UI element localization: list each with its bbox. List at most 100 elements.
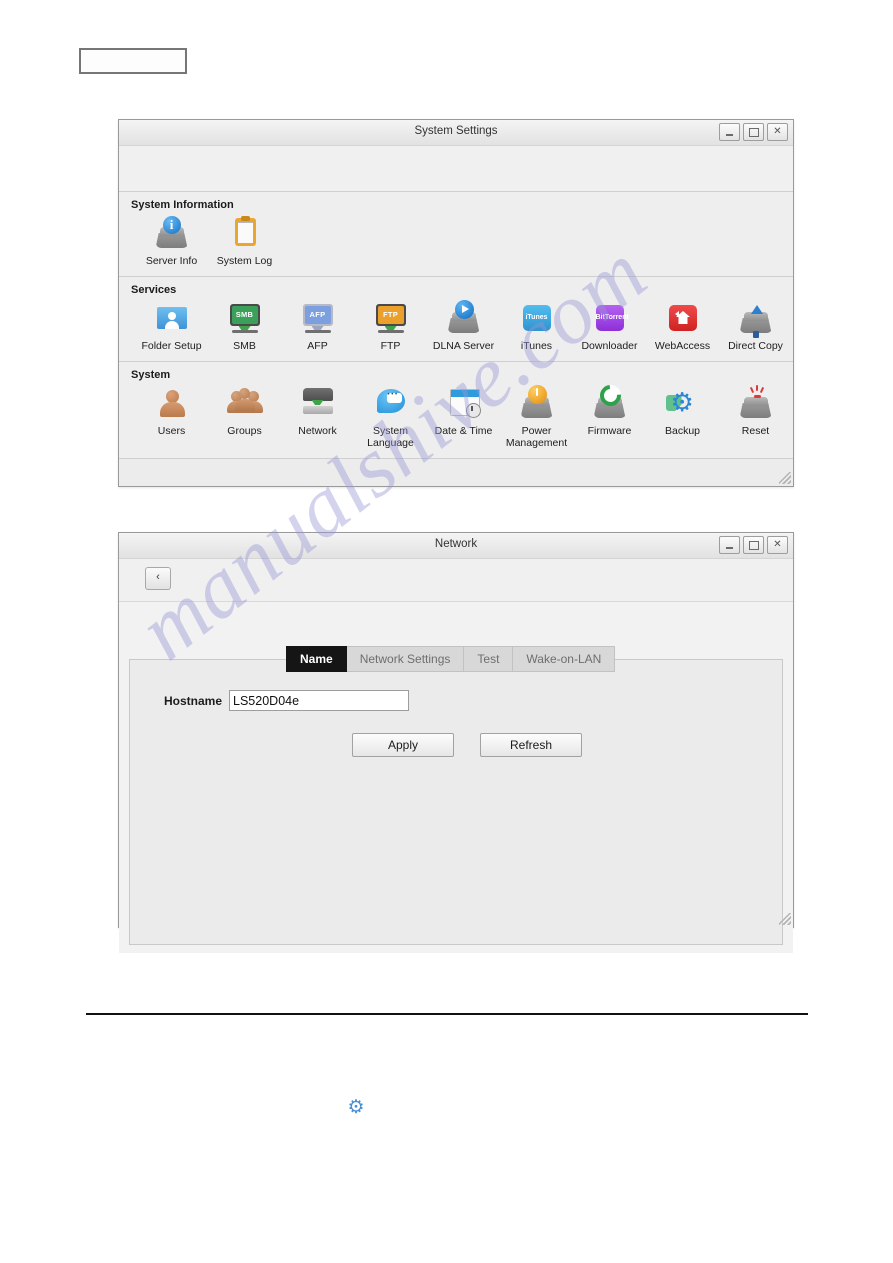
close-icon[interactable]: ✕ (767, 123, 788, 141)
resize-grip[interactable] (779, 472, 791, 484)
icon-label: WebAccess (654, 340, 711, 352)
icon-date-time[interactable]: Date & Time (427, 385, 500, 437)
reset-icon (736, 385, 776, 423)
tab-name[interactable]: Name (286, 646, 347, 672)
minimize-icon[interactable] (719, 123, 740, 141)
network-titlebar: Network ✕ (119, 533, 793, 559)
afp-icon: AFP (298, 300, 338, 338)
minimize-icon[interactable] (719, 536, 740, 554)
folder-setup-icon (152, 300, 192, 338)
icon-smb[interactable]: SMB SMB (208, 300, 281, 352)
network-icon (298, 385, 338, 423)
section-title-system-information: System Information (131, 199, 234, 211)
date-time-icon (444, 385, 484, 423)
icon-power-management[interactable]: Power Management (500, 385, 573, 449)
system-settings-window-controls: ✕ (719, 123, 788, 141)
icon-label: AFP (307, 340, 328, 352)
icon-label: FTP (380, 340, 401, 352)
icon-folder-setup[interactable]: Folder Setup (135, 300, 208, 352)
system-log-icon (225, 215, 265, 253)
server-info-icon: i (152, 215, 192, 253)
icon-direct-copy[interactable]: Direct Copy (719, 300, 792, 352)
icon-label: Folder Setup (141, 340, 202, 352)
section-title-services: Services (131, 284, 177, 296)
icon-afp[interactable]: AFP AFP (281, 300, 354, 352)
close-icon[interactable]: ✕ (767, 536, 788, 554)
tab-test[interactable]: Test (464, 646, 514, 672)
icon-label: Reset (741, 425, 770, 437)
webaccess-icon (663, 300, 703, 338)
system-settings-titlebar: System Settings ✕ (119, 120, 793, 146)
section-title-system: System (131, 369, 171, 381)
power-management-icon (517, 385, 557, 423)
ftp-icon: FTP (371, 300, 411, 338)
tab-network-settings[interactable]: Network Settings (346, 646, 465, 672)
icon-label: System Language (367, 425, 414, 449)
icon-system-log[interactable]: System Log (208, 215, 281, 267)
horizontal-rule (86, 1013, 808, 1015)
icon-label: Backup (664, 425, 701, 437)
backup-icon: ⚙ (663, 385, 703, 423)
hostname-input[interactable] (229, 690, 410, 711)
icon-users[interactable]: Users (135, 385, 208, 437)
icon-backup[interactable]: ⚙ Backup (646, 385, 719, 437)
system-settings-window: System Settings ✕ System Information i S… (118, 119, 794, 487)
system-settings-title: System Settings (414, 125, 498, 137)
users-icon (152, 385, 192, 423)
icon-webaccess[interactable]: WebAccess (646, 300, 719, 352)
firmware-icon (590, 380, 630, 423)
icon-label: Server Info (145, 255, 198, 267)
refresh-button[interactable]: Refresh (480, 733, 582, 757)
top-empty-box (79, 48, 187, 74)
dlna-server-icon (444, 300, 484, 338)
system-settings-blank-strip (119, 146, 793, 192)
name-tab-panel: Hostname Apply Refresh (129, 659, 783, 945)
icon-firmware[interactable]: Firmware (573, 380, 646, 437)
icon-downloader[interactable]: BitTorrent Downloader (573, 300, 646, 352)
icon-network[interactable]: Network (281, 385, 354, 437)
icon-system-language[interactable]: System Language (354, 385, 427, 449)
icon-label: Network (298, 425, 337, 437)
icon-label: Downloader (581, 340, 638, 352)
section-services: Services Folder Setup SMB SMB AFP AFP FT… (119, 277, 793, 362)
icon-ftp[interactable]: FTP FTP (354, 300, 427, 352)
smb-icon: SMB (225, 300, 265, 338)
tab-wake-on-lan[interactable]: Wake-on-LAN (513, 646, 616, 672)
form-button-row: Apply Refresh (352, 733, 582, 757)
icon-label: iTunes (520, 340, 553, 352)
icon-label: SMB (233, 340, 256, 352)
network-window-controls: ✕ (719, 536, 788, 554)
gear-icon: ⚙ (347, 1097, 365, 1118)
network-window: Network ✕ ‹ Name Network Settings Test W… (118, 532, 794, 953)
section-system: System Users Groups Network • • • System… (119, 362, 793, 459)
icon-label: Power Management (505, 425, 568, 449)
icon-label: Firmware (587, 425, 632, 437)
resize-grip[interactable] (779, 913, 791, 925)
icon-row-system-information: i Server Info System Log (119, 215, 793, 267)
back-button[interactable]: ‹ (145, 567, 171, 590)
icon-groups[interactable]: Groups (208, 385, 281, 437)
maximize-icon[interactable] (743, 536, 764, 554)
groups-icon (225, 385, 265, 423)
icon-server-info[interactable]: i Server Info (135, 215, 208, 267)
maximize-icon[interactable] (743, 123, 764, 141)
network-title: Network (434, 538, 478, 550)
itunes-icon: iTunes (517, 300, 557, 338)
hostname-label: Hostname (164, 693, 223, 708)
icon-label: Users (157, 425, 186, 437)
icon-label: System Log (216, 255, 273, 267)
system-language-icon (371, 385, 411, 423)
downloader-icon: BitTorrent (590, 300, 630, 338)
direct-copy-icon (736, 300, 776, 338)
icon-row-services: Folder Setup SMB SMB AFP AFP FTP FTP DLN… (119, 300, 793, 352)
icon-reset[interactable]: Reset (719, 385, 792, 437)
icon-itunes[interactable]: iTunes iTunes (500, 300, 573, 352)
icon-label: DLNA Server (432, 340, 495, 352)
icon-dlna-server[interactable]: DLNA Server (427, 300, 500, 352)
apply-button[interactable]: Apply (352, 733, 454, 757)
icon-label: Direct Copy (728, 340, 783, 352)
icon-row-system: Users Groups Network • • • System Langua… (119, 380, 793, 449)
network-body: Name Network Settings Test Wake-on-LAN H… (119, 602, 793, 953)
hostname-field-row: Hostname (164, 690, 410, 711)
network-toolbar: ‹ (119, 559, 793, 602)
